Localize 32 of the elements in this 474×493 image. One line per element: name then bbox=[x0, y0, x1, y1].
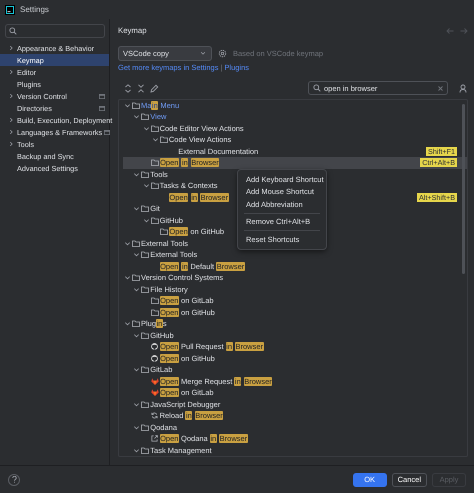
fox-head-icon bbox=[150, 389, 159, 396]
chevron-down-icon[interactable] bbox=[133, 366, 140, 374]
chevron-down-icon[interactable] bbox=[133, 424, 140, 431]
chevron-right-icon[interactable] bbox=[8, 45, 14, 51]
search-icon bbox=[313, 84, 321, 92]
folder-icon bbox=[141, 366, 150, 374]
gear-icon[interactable] bbox=[218, 48, 227, 58]
github-icon bbox=[151, 343, 158, 350]
github-icon bbox=[151, 354, 158, 362]
window-title: Settings bbox=[20, 5, 49, 14]
expand-all-icon[interactable] bbox=[124, 84, 132, 93]
chevron-down-icon[interactable] bbox=[133, 400, 140, 408]
reload-icon bbox=[151, 412, 158, 420]
folder-icon bbox=[141, 446, 150, 454]
question-mark-icon bbox=[12, 476, 16, 483]
app-icon bbox=[5, 4, 15, 14]
external-link-icon bbox=[151, 435, 158, 442]
pencil-icon[interactable] bbox=[150, 84, 159, 93]
chevron-down-icon[interactable] bbox=[133, 446, 140, 454]
scrollbar[interactable] bbox=[462, 104, 465, 274]
chevron-right-icon[interactable] bbox=[8, 93, 14, 99]
close-icon[interactable] bbox=[438, 86, 443, 91]
fox-head-icon bbox=[150, 378, 159, 385]
chevron-down-icon[interactable] bbox=[200, 50, 206, 56]
search-field[interactable] bbox=[5, 24, 105, 38]
folder-icon bbox=[141, 400, 150, 408]
find-shortcut-icon[interactable] bbox=[459, 84, 468, 93]
help-button[interactable] bbox=[8, 474, 20, 486]
collapse-all-icon[interactable] bbox=[137, 84, 145, 93]
folder-icon bbox=[141, 424, 150, 431]
search-icon bbox=[9, 27, 17, 35]
chevron-right-icon[interactable] bbox=[8, 69, 14, 75]
